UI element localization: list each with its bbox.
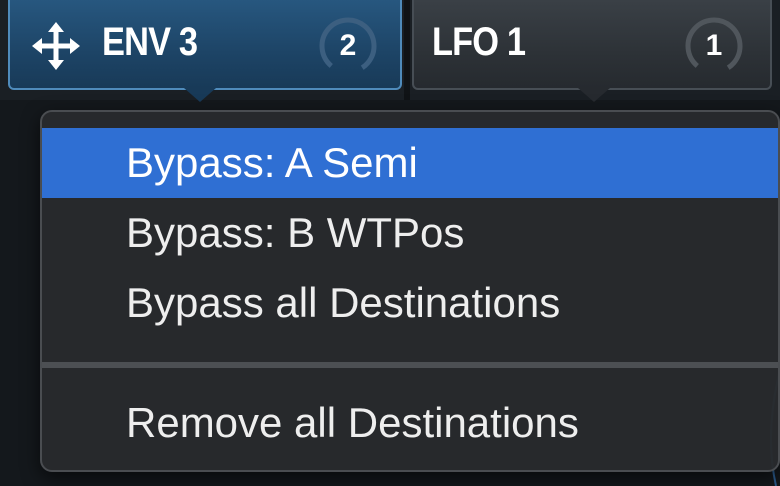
- tab-label: LFO 1: [432, 20, 526, 64]
- move-drag-icon[interactable]: [32, 22, 80, 70]
- tab-lfo-1[interactable]: LFO 1 1: [412, 0, 772, 90]
- tab-label: ENV 3: [102, 20, 198, 64]
- tab-pointer: [578, 88, 610, 102]
- context-menu: Bypass: A Semi Bypass: B WTPos Bypass al…: [40, 110, 780, 472]
- modulation-count-badge: 1: [682, 14, 746, 78]
- modulation-count-badge: 2: [316, 14, 380, 78]
- modulation-count: 1: [705, 29, 723, 62]
- menu-item-bypass-a-semi[interactable]: Bypass: A Semi: [42, 128, 778, 198]
- synth-modulation-panel: ENV 3 2 LFO 1 1 Bypass: A Semi Bypass: B…: [0, 0, 780, 486]
- menu-item-bypass-b-wtpos[interactable]: Bypass: B WTPos: [42, 198, 778, 268]
- tab-env-3[interactable]: ENV 3 2: [8, 0, 402, 90]
- modulation-count: 2: [339, 29, 357, 62]
- menu-separator: [42, 362, 778, 368]
- tab-divider: [404, 0, 410, 100]
- menu-item-bypass-all-destinations[interactable]: Bypass all Destinations: [42, 268, 778, 338]
- tab-pointer: [184, 88, 216, 102]
- menu-item-remove-all-destinations[interactable]: Remove all Destinations: [42, 388, 778, 458]
